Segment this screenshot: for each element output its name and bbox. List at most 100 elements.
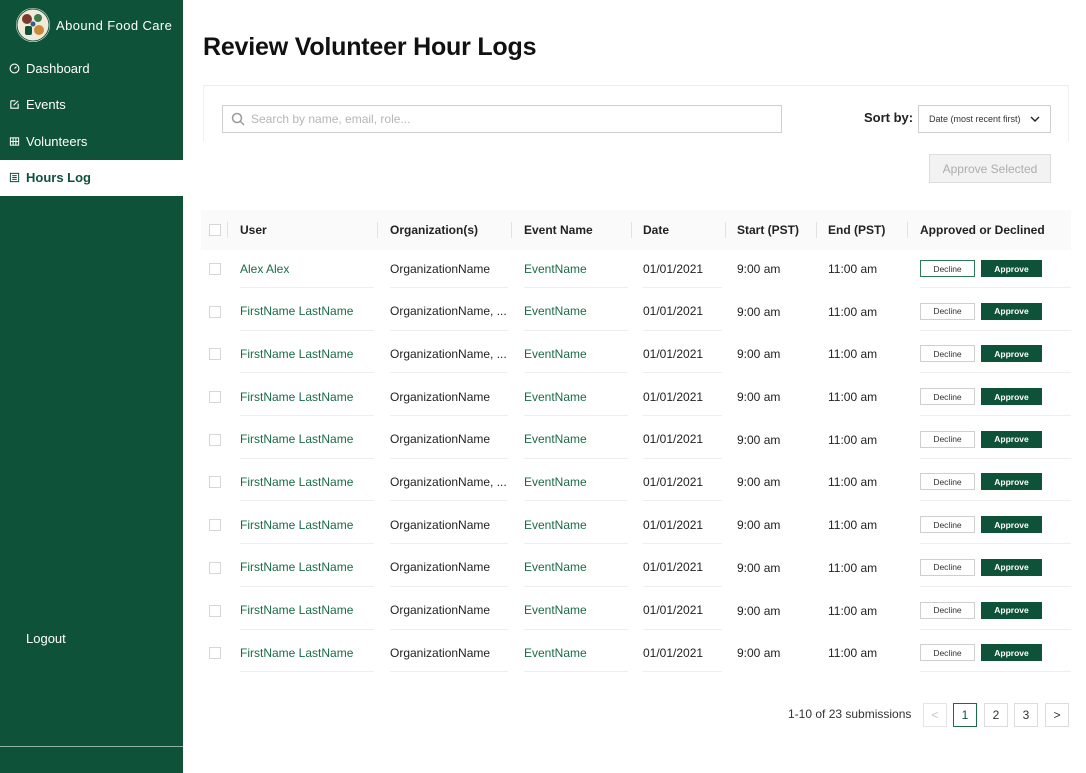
date-cell: 01/01/2021: [643, 293, 722, 331]
header-end[interactable]: End (PST): [828, 210, 885, 250]
search-input[interactable]: [251, 112, 751, 126]
start-cell: 9:00 am: [737, 262, 781, 276]
row-checkbox[interactable]: [209, 561, 221, 574]
date-cell: 01/01/2021: [643, 506, 722, 545]
event-link[interactable]: EventName: [524, 592, 628, 630]
row-checkbox[interactable]: [209, 647, 221, 660]
row-select-cell: [209, 592, 225, 630]
sidebar-divider: [0, 746, 183, 747]
user-link[interactable]: FirstName LastName: [240, 463, 374, 502]
dashboard-icon: [8, 62, 20, 74]
decline-button[interactable]: Decline: [920, 558, 975, 576]
date-cell: 01/01/2021: [643, 592, 722, 630]
header-user[interactable]: User: [240, 210, 267, 250]
approve-button[interactable]: Approve: [981, 260, 1042, 277]
event-link[interactable]: EventName: [524, 250, 628, 288]
event-link[interactable]: EventName: [524, 378, 628, 417]
table-row: FirstName LastName OrganizationName EventN…: [201, 506, 1071, 549]
row-select-cell: [209, 335, 225, 373]
page-1-button[interactable]: 1: [953, 703, 977, 727]
row-checkbox[interactable]: [209, 604, 221, 617]
start-cell: 9:00 am: [737, 603, 781, 618]
sidebar-item-volunteers[interactable]: Volunteers: [0, 123, 183, 160]
page-3-button[interactable]: 3: [1014, 703, 1038, 727]
end-cell: 11:00 am: [828, 347, 878, 362]
date-cell: 01/01/2021: [643, 250, 722, 288]
user-link[interactable]: FirstName LastName: [240, 506, 374, 545]
user-link[interactable]: FirstName LastName: [240, 592, 374, 630]
header-event-name[interactable]: Event Name: [524, 210, 593, 250]
next-page-button[interactable]: >: [1045, 703, 1069, 727]
user-link[interactable]: FirstName LastName: [240, 335, 374, 374]
approve-button[interactable]: Approve: [981, 473, 1042, 491]
row-checkbox[interactable]: [209, 263, 221, 275]
decline-button[interactable]: Decline: [920, 516, 975, 534]
event-link[interactable]: EventName: [524, 463, 628, 502]
user-link[interactable]: FirstName LastName: [240, 421, 374, 459]
user-link[interactable]: FirstName LastName: [240, 634, 374, 673]
decline-button[interactable]: Decline: [920, 473, 975, 491]
row-checkbox[interactable]: [209, 433, 221, 446]
sidebar: Abound Food Care Dashboard Events Volunt…: [0, 0, 183, 773]
approve-button[interactable]: Approve: [981, 516, 1042, 534]
user-link[interactable]: FirstName LastName: [240, 378, 374, 417]
end-cell: 11:00 am: [828, 475, 878, 490]
sort-select[interactable]: Date (most recent first): [918, 105, 1051, 133]
user-link[interactable]: FirstName LastName: [240, 549, 374, 587]
select-all-checkbox[interactable]: [209, 224, 221, 236]
event-link[interactable]: EventName: [524, 506, 628, 545]
row-select-cell: [209, 293, 225, 331]
header-start[interactable]: Start (PST): [737, 210, 799, 250]
approve-button[interactable]: Approve: [981, 558, 1042, 576]
date-cell: 01/01/2021: [643, 634, 722, 673]
row-checkbox[interactable]: [209, 305, 221, 318]
search-box[interactable]: [222, 105, 782, 133]
approve-selected-button[interactable]: Approve Selected: [929, 154, 1051, 183]
row-select-cell: [209, 506, 225, 544]
decline-button[interactable]: Decline: [920, 644, 975, 662]
approve-button[interactable]: Approve: [981, 644, 1042, 662]
row-checkbox[interactable]: [209, 348, 221, 361]
event-link[interactable]: EventName: [524, 293, 628, 331]
user-link[interactable]: FirstName LastName: [240, 293, 374, 331]
sidebar-item-dashboard[interactable]: Dashboard: [0, 50, 183, 87]
sidebar-item-hours-log[interactable]: Hours Log: [0, 159, 183, 196]
decline-button[interactable]: Decline: [920, 601, 975, 619]
sidebar-item-events[interactable]: Events: [0, 87, 183, 124]
decline-button[interactable]: Decline: [920, 345, 975, 363]
approve-button[interactable]: Approve: [981, 601, 1042, 619]
approve-button[interactable]: Approve: [981, 388, 1042, 406]
row-checkbox[interactable]: [209, 476, 221, 489]
column-separator: [227, 222, 228, 238]
event-link[interactable]: EventName: [524, 335, 628, 374]
prev-page-button[interactable]: <: [923, 703, 947, 727]
approve-button[interactable]: Approve: [981, 345, 1042, 363]
row-checkbox[interactable]: [209, 519, 221, 532]
event-link[interactable]: EventName: [524, 421, 628, 459]
event-link[interactable]: EventName: [524, 634, 628, 673]
sidebar-item-label: Events: [26, 97, 66, 113]
approve-button[interactable]: Approve: [981, 302, 1042, 320]
row-select-cell: [209, 421, 225, 459]
toolbar: Sort by: Date (most recent first): [203, 85, 1069, 141]
row-select-cell: [209, 463, 225, 501]
row-actions: Decline Approve: [920, 421, 1071, 459]
row-actions: Decline Approve: [920, 634, 1071, 673]
user-link[interactable]: Alex Alex: [240, 250, 374, 288]
brand[interactable]: Abound Food Care: [16, 8, 172, 42]
approve-button[interactable]: Approve: [981, 430, 1042, 448]
row-checkbox[interactable]: [209, 391, 221, 404]
header-organization[interactable]: Organization(s): [390, 210, 478, 250]
event-link[interactable]: EventName: [524, 549, 628, 587]
row-actions: Decline Approve: [920, 463, 1071, 502]
header-date[interactable]: Date: [643, 210, 669, 250]
decline-button[interactable]: Decline: [920, 388, 975, 406]
sidebar-item-label: Volunteers: [26, 133, 88, 149]
column-separator: [725, 222, 726, 238]
page-2-button[interactable]: 2: [984, 703, 1008, 727]
logout-button[interactable]: Logout: [26, 631, 66, 646]
decline-button[interactable]: Decline: [920, 430, 975, 448]
decline-button[interactable]: Decline: [920, 260, 975, 277]
decline-button[interactable]: Decline: [920, 302, 975, 320]
row-actions: Decline Approve: [920, 592, 1071, 630]
